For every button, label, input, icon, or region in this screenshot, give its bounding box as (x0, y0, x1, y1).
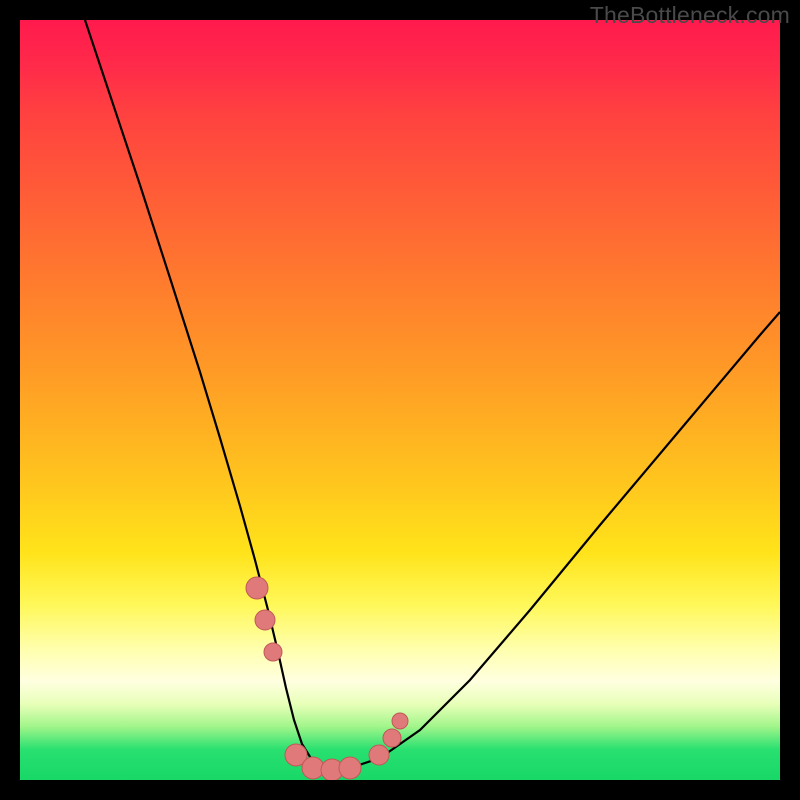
chart-frame: TheBottleneck.com (0, 0, 800, 800)
marker-group (246, 577, 408, 780)
plot-area (20, 20, 780, 780)
curve-marker (383, 729, 401, 747)
curve-marker (264, 643, 282, 661)
curve-marker (339, 757, 361, 779)
bottleneck-curve (85, 20, 780, 768)
curve-marker (369, 745, 389, 765)
watermark-text: TheBottleneck.com (590, 2, 790, 29)
curve-marker (255, 610, 275, 630)
curve-marker (246, 577, 268, 599)
curve-marker (392, 713, 408, 729)
curve-svg (20, 20, 780, 780)
